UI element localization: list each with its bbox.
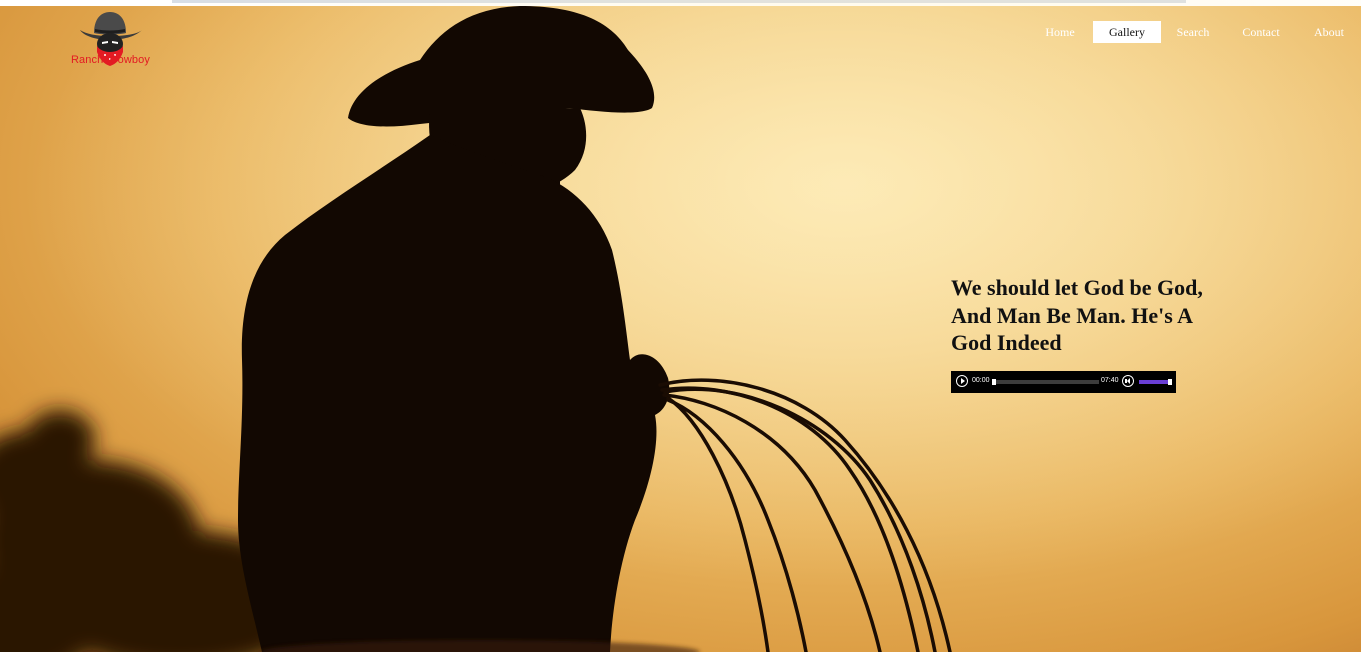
hero-quote: We should let God be God, And Man Be Man…	[951, 275, 1203, 355]
nav-search[interactable]: Search	[1161, 21, 1225, 43]
seek-thumb[interactable]	[992, 379, 996, 385]
page: Ranch Cowboy Home Gallery Search Contact…	[0, 0, 1361, 652]
play-icon[interactable]	[956, 375, 968, 387]
logo-text[interactable]: Ranch Cowboy	[71, 54, 150, 66]
volume-thumb[interactable]	[1168, 379, 1172, 385]
nav-gallery[interactable]: Gallery	[1093, 21, 1161, 43]
duration: 07:40	[1101, 377, 1119, 384]
audio-player: 00:00 07:40	[951, 371, 1176, 393]
nav-about[interactable]: About	[1297, 21, 1361, 43]
nav-home[interactable]: Home	[1027, 21, 1093, 43]
seek-bar[interactable]	[992, 380, 1099, 384]
nav-contact[interactable]: Contact	[1225, 21, 1297, 43]
volume-icon[interactable]	[1122, 375, 1134, 387]
current-time: 00:00	[972, 377, 990, 384]
